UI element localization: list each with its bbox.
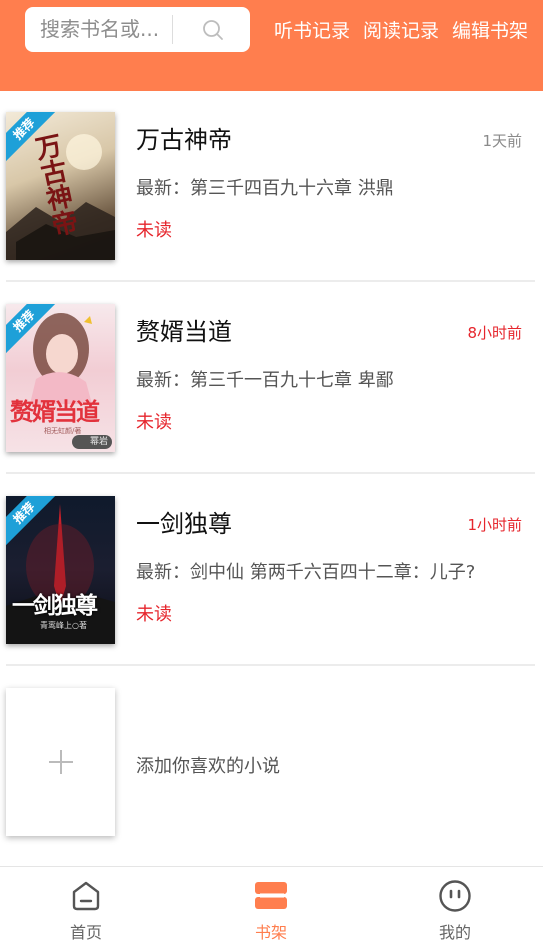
read-status: 未读 bbox=[136, 412, 172, 433]
book-cover[interactable]: 万古神帝 推荐 bbox=[6, 112, 115, 260]
cover-tag: 幂岩 bbox=[72, 435, 112, 449]
book-title: 一剑独尊 bbox=[136, 510, 232, 538]
update-time: 1小时前 bbox=[467, 516, 522, 534]
add-book-label[interactable]: 添加你喜欢的小说 bbox=[136, 752, 280, 778]
read-status: 未读 bbox=[136, 604, 172, 625]
bookshelf-icon bbox=[255, 882, 287, 909]
book-item[interactable]: 万古神帝 推荐 万古神帝 1天前 最新：第三千四百九十六章 洪鼎 未读 bbox=[6, 90, 535, 282]
home-icon bbox=[72, 881, 100, 911]
latest-chapter: 最新：剑中仙 第两千六百四十二章：儿子? bbox=[136, 562, 476, 583]
book-item[interactable]: 赘婿当道 相无虹颜/著 幂岩 推荐 赘婿当道 8小时前 最新：第三千一百九十七章… bbox=[6, 282, 535, 474]
tab-bookshelf-label: 书架 bbox=[254, 923, 287, 942]
cover-tag-text: 幂岩 bbox=[89, 437, 108, 447]
tab-profile-label: 我的 bbox=[438, 923, 471, 942]
edit-bookshelf-link[interactable]: 编辑书架 bbox=[452, 16, 528, 46]
profile-icon bbox=[439, 880, 471, 912]
cover-author: 青鸾峰上○著 bbox=[40, 621, 87, 630]
divider bbox=[6, 664, 535, 666]
tab-home-label: 首页 bbox=[69, 923, 102, 942]
bottom-nav: 首页 书架 我的 bbox=[0, 866, 543, 944]
update-time: 8小时前 bbox=[467, 324, 522, 342]
tab-bookshelf[interactable]: 书架 bbox=[211, 867, 331, 944]
book-cover[interactable]: 赘婿当道 相无虹颜/著 幂岩 推荐 bbox=[6, 304, 115, 452]
search-input[interactable]: 搜索书名或... bbox=[40, 7, 159, 52]
tab-home[interactable]: 首页 bbox=[26, 867, 146, 944]
latest-chapter: 最新：第三千四百九十六章 洪鼎 bbox=[136, 178, 394, 199]
latest-chapter: 最新：第三千一百九十七章 卑鄙 bbox=[136, 370, 394, 391]
cover-title: 一剑独尊 bbox=[12, 593, 98, 619]
header-bar: 搜索书名或... 听书记录 阅读记录 编辑书架 bbox=[0, 0, 543, 91]
read-status: 未读 bbox=[136, 220, 172, 241]
search-icon[interactable] bbox=[202, 19, 224, 41]
book-title: 赘婿当道 bbox=[136, 318, 232, 346]
cover-title: 赘婿当道 bbox=[10, 398, 100, 426]
search-box[interactable]: 搜索书名或... bbox=[25, 7, 250, 52]
update-time: 1天前 bbox=[482, 132, 522, 150]
add-book-button[interactable] bbox=[6, 688, 115, 836]
plus-icon bbox=[49, 750, 73, 774]
book-title: 万古神帝 bbox=[136, 126, 232, 154]
listen-history-link[interactable]: 听书记录 bbox=[274, 16, 350, 46]
book-cover[interactable]: 一剑独尊 青鸾峰上○著 推荐 bbox=[6, 496, 115, 644]
read-history-link[interactable]: 阅读记录 bbox=[363, 16, 439, 46]
book-item[interactable]: 一剑独尊 青鸾峰上○著 推荐 一剑独尊 1小时前 最新：剑中仙 第两千六百四十二… bbox=[6, 474, 535, 666]
tab-profile[interactable]: 我的 bbox=[395, 867, 515, 944]
search-divider bbox=[172, 15, 173, 44]
